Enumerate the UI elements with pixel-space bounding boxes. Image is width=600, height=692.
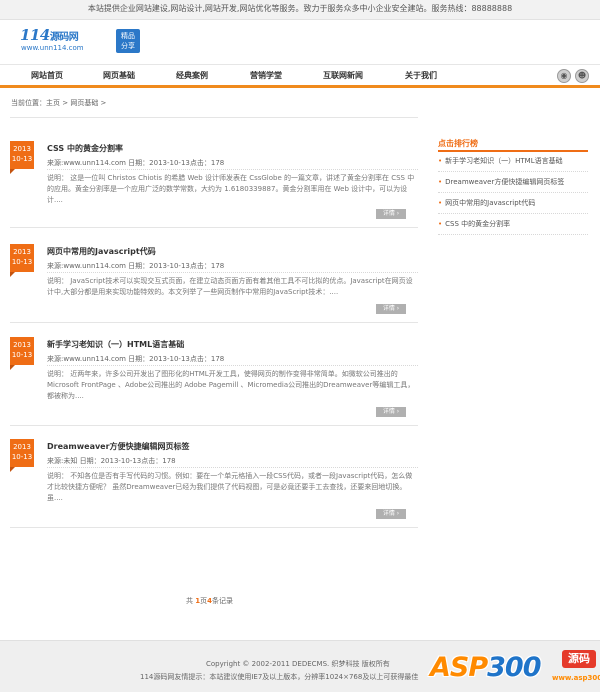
details-button[interactable]: 详情 › bbox=[376, 407, 406, 417]
bullet-icon: • bbox=[438, 199, 443, 207]
bullet-icon: • bbox=[438, 157, 443, 165]
article-title[interactable]: Dreamweaver方便快捷编辑网页标签 bbox=[47, 441, 190, 452]
person-icon[interactable]: ☻ bbox=[575, 69, 589, 83]
article-separator bbox=[47, 365, 418, 366]
logo-badge: 精品 分享 bbox=[116, 29, 140, 53]
article-divider bbox=[10, 322, 418, 323]
footer-copyright: Copyright © 2002-2011 DEDECMS. 织梦科技 版权所有 bbox=[206, 660, 390, 668]
sidebar-item[interactable]: • 网页中常用的Javascript代码 bbox=[438, 194, 588, 214]
details-button[interactable]: 详情 › bbox=[376, 304, 406, 314]
logo-wordmark: 114源码网 bbox=[20, 26, 79, 44]
sidebar-item[interactable]: • Dreamweaver方便快捷编辑网页标签 bbox=[438, 173, 588, 193]
article-item: 2013 10-13 CSS 中的黄金分割率 来源:www.unn114.com… bbox=[10, 141, 418, 233]
article-description: 说明： 近两年来，许多公司开发出了图形化的HTML开发工具，使得网页的制作变得非… bbox=[47, 370, 415, 400]
sidebar-item[interactable]: • 新手学习老知识（一）HTML语言基础 bbox=[438, 152, 588, 172]
nav-item-web-basics[interactable]: 网页基础 bbox=[84, 65, 154, 86]
nav-item-about[interactable]: 关于我们 bbox=[386, 65, 456, 86]
article-divider bbox=[10, 527, 418, 528]
article-description: 说明： 不知各位是否有手写代码的习惯。例如：要在一个单元格插入一段CSS代码，或… bbox=[47, 472, 413, 502]
site-logo[interactable]: 114源码网 www.unn114.com 精品 分享 bbox=[20, 26, 150, 56]
watermark-logo: ASP300 源码 www.asp300.com bbox=[426, 638, 600, 692]
article-description: 说明： 这是一位叫 Christos Chiotis 的希腊 Web 设计师发表… bbox=[47, 174, 415, 204]
article-divider bbox=[10, 227, 418, 228]
article-divider bbox=[10, 425, 418, 426]
pagination-info: 共 1页4条记录 bbox=[186, 597, 233, 605]
nav-item-internet-news[interactable]: 互联网新闻 bbox=[308, 65, 378, 86]
article-title[interactable]: 网页中常用的Javascript代码 bbox=[47, 246, 156, 257]
chevron-right-icon: › bbox=[396, 210, 400, 217]
nav-item-marketing[interactable]: 营销学堂 bbox=[231, 65, 301, 86]
watermark-wordmark: ASP300 bbox=[430, 652, 542, 683]
details-button[interactable]: 详情 › bbox=[376, 209, 406, 219]
article-item: 2013 10-13 新手学习老知识（一）HTML语言基础 来源:www.unn… bbox=[10, 337, 418, 429]
article-description: 说明： JavaScript技术可以实现交互式页面，在建立动态页面方面有着其他工… bbox=[47, 277, 413, 296]
article-separator bbox=[47, 467, 418, 468]
chevron-right-icon: › bbox=[396, 408, 400, 415]
article-title[interactable]: CSS 中的黄金分割率 bbox=[47, 143, 123, 154]
top-announcement-text: 本站提供企业网站建设,网站设计,网站开发,网站优化等服务。致力于服务众多中小企业… bbox=[87, 4, 513, 13]
bullet-icon: • bbox=[438, 178, 443, 186]
bullet-icon: • bbox=[438, 220, 443, 228]
watermark-url: www.asp300.com bbox=[552, 674, 600, 682]
article-title[interactable]: 新手学习老知识（一）HTML语言基础 bbox=[47, 339, 184, 350]
article-separator bbox=[47, 272, 418, 273]
date-tag: 2013 10-13 bbox=[10, 244, 34, 277]
article-meta: 来源:未知 日期：2013-10-13点击：178 bbox=[47, 457, 176, 465]
article-meta: 来源:www.unn114.com 日期：2013-10-13点击：178 bbox=[47, 355, 225, 363]
date-tag: 2013 10-13 bbox=[10, 141, 34, 174]
date-tag: 2013 10-13 bbox=[10, 439, 34, 472]
article-item: 2013 10-13 网页中常用的Javascript代码 来源:www.unn… bbox=[10, 244, 418, 336]
date-tag: 2013 10-13 bbox=[10, 337, 34, 370]
details-button[interactable]: 详情 › bbox=[376, 509, 406, 519]
content-divider bbox=[10, 117, 418, 118]
eye-icon[interactable]: ◉ bbox=[557, 69, 571, 83]
logo-url: www.unn114.com bbox=[21, 44, 84, 52]
article-meta: 来源:www.unn114.com 日期：2013-10-13点击：178 bbox=[47, 262, 225, 270]
chevron-right-icon: › bbox=[396, 510, 400, 517]
footer-tip: 114源码网友情提示：本站建议使用IE7及以上版本，分辨率1024×768及以上… bbox=[140, 673, 419, 681]
nav-item-home[interactable]: 网站首页 bbox=[12, 65, 82, 86]
breadcrumb: 当前位置：主页 > 网页基础 > bbox=[11, 99, 107, 107]
main-nav: 网站首页 网页基础 经典案例 营销学堂 互联网新闻 关于我们 ◉ ☻ bbox=[0, 64, 600, 88]
article-separator bbox=[47, 169, 418, 170]
sidebar-item[interactable]: • CSS 中的黄金分割率 bbox=[438, 215, 588, 235]
watermark-badge: 源码 bbox=[562, 650, 596, 668]
chevron-right-icon: › bbox=[396, 305, 400, 312]
nav-item-cases[interactable]: 经典案例 bbox=[157, 65, 227, 86]
article-meta: 来源:www.unn114.com 日期：2013-10-13点击：178 bbox=[47, 159, 225, 167]
article-item: 2013 10-13 Dreamweaver方便快捷编辑网页标签 来源:未知 日… bbox=[10, 439, 418, 531]
sidebar-title: 点击排行榜 bbox=[438, 139, 478, 148]
top-announcement-bar: 本站提供企业网站建设,网站设计,网站开发,网站优化等服务。致力于服务众多中小企业… bbox=[0, 0, 600, 20]
